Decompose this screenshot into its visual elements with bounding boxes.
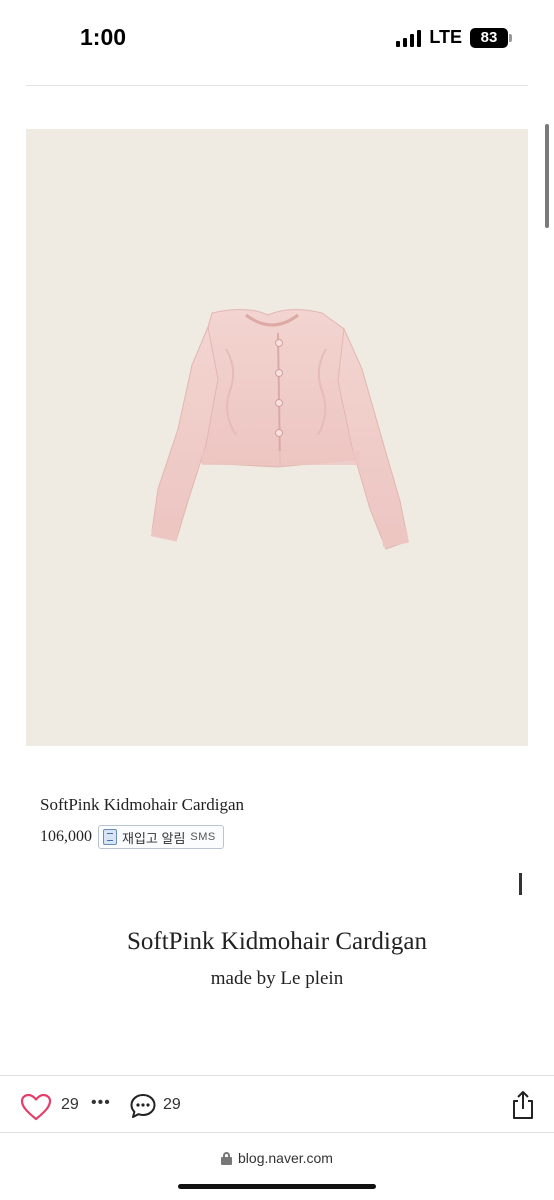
status-bar: 1:00 LTE 83 xyxy=(0,0,554,78)
status-indicators: LTE 83 xyxy=(396,27,512,48)
more-options-icon[interactable]: ••• xyxy=(91,1094,111,1112)
url-text[interactable]: blog.naver.com xyxy=(238,1150,333,1166)
signal-icon xyxy=(396,29,422,47)
scrollbar[interactable] xyxy=(545,124,549,228)
product-name[interactable]: SoftPink Kidmohair Cardigan xyxy=(40,795,244,815)
comment-count: 29 xyxy=(163,1096,181,1113)
heart-icon[interactable] xyxy=(20,1093,52,1121)
restock-alert-button[interactable]: 재입고 알림 SMS xyxy=(98,825,224,849)
product-image[interactable] xyxy=(26,129,528,746)
lock-icon xyxy=(221,1151,233,1165)
bottom-action-bar: 29 ••• 29 xyxy=(0,1075,554,1133)
comment-icon[interactable] xyxy=(129,1092,157,1120)
like-count: 29 xyxy=(61,1096,79,1113)
restock-sms-label: SMS xyxy=(190,831,216,843)
product-price: 106,000 xyxy=(40,828,92,845)
battery-icon: 83 xyxy=(470,27,512,48)
status-time: 1:00 xyxy=(80,24,127,50)
address-bar[interactable]: blog.naver.com xyxy=(0,1138,554,1178)
battery-level: 83 xyxy=(480,28,498,46)
price-row: 106,000 재입고 알림 SMS xyxy=(40,825,224,849)
home-indicator[interactable] xyxy=(178,1184,376,1189)
post-title: SoftPink Kidmohair Cardigan xyxy=(127,928,427,955)
restock-label: 재입고 알림 xyxy=(122,830,186,846)
phone-message-icon xyxy=(103,829,117,845)
network-type: LTE xyxy=(429,27,462,47)
share-icon[interactable] xyxy=(510,1090,536,1120)
post-subtitle: made by Le plein xyxy=(210,968,344,989)
pink-cardigan-illustration xyxy=(150,309,410,550)
top-divider xyxy=(26,85,528,86)
text-cursor xyxy=(519,873,522,895)
